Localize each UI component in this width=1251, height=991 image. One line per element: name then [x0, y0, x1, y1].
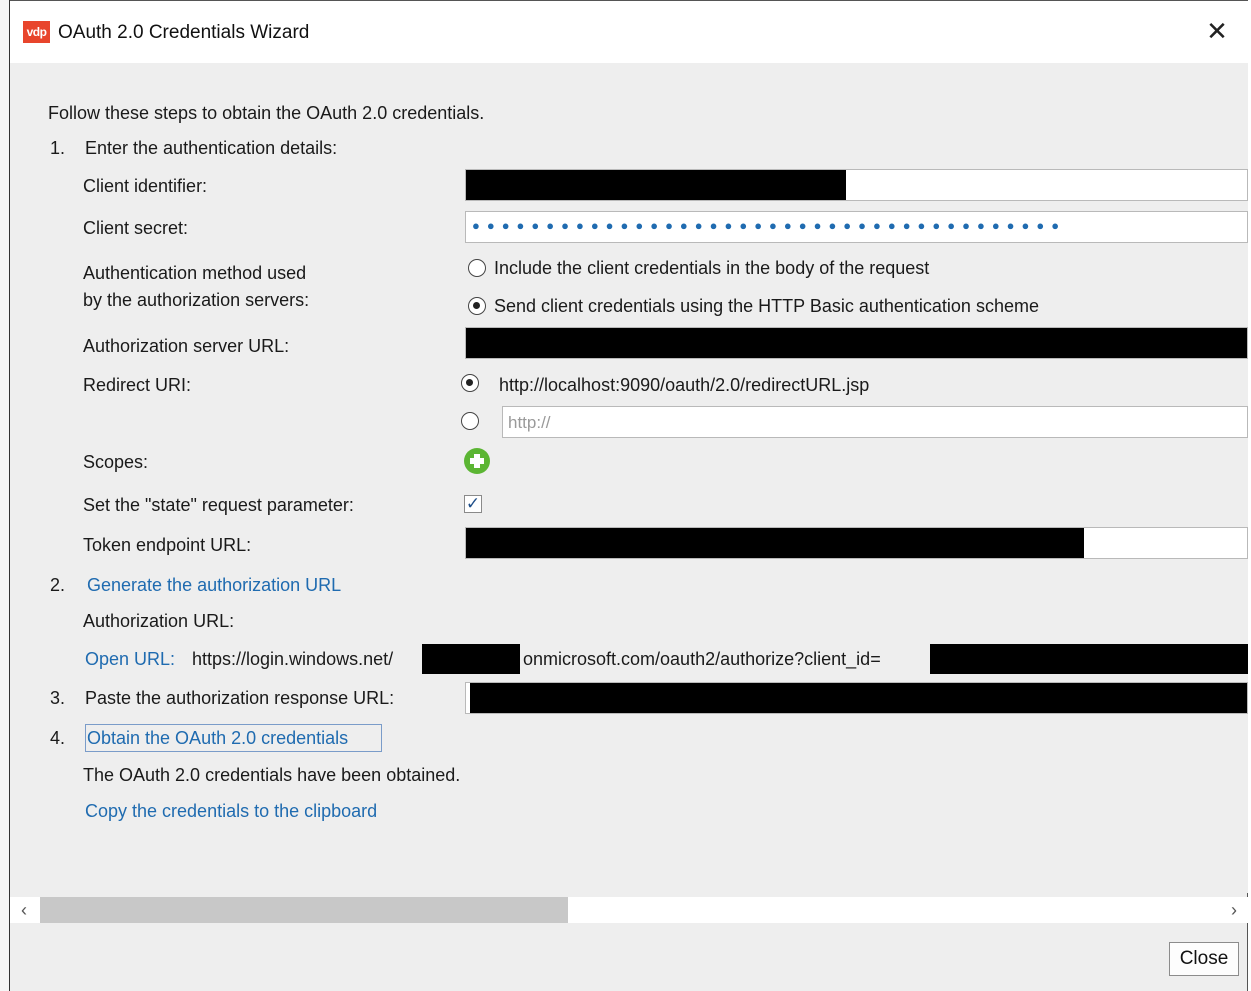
auth-server-url-field[interactable] [465, 327, 1248, 359]
auth-url-label: Authorization URL: [83, 611, 235, 631]
auth-method-basic-radio[interactable] [468, 297, 486, 315]
copy-credentials-link[interactable]: Copy the credentials to the clipboard [85, 801, 377, 822]
add-scope-icon[interactable] [464, 448, 490, 474]
redacted-block [930, 644, 1248, 674]
auth-method-body-radio[interactable] [468, 259, 486, 277]
credentials-status-text: The OAuth 2.0 credentials have been obta… [83, 765, 461, 785]
auth-url-part2: onmicrosoft.com/oauth2/authorize?client_… [523, 649, 881, 669]
intro-text: Follow these steps to obtain the OAuth 2… [48, 103, 485, 123]
response-url-field[interactable] [465, 682, 1248, 714]
token-endpoint-label: Token endpoint URL: [83, 535, 252, 555]
scroll-left-icon[interactable]: ‹ [10, 897, 38, 923]
obtain-credentials-link[interactable]: Obtain the OAuth 2.0 credentials [87, 728, 348, 749]
redacted-block [466, 328, 1247, 358]
auth-method-label-line2: by the authorization servers: [83, 290, 310, 310]
wizard-content: Follow these steps to obtain the OAuth 2… [10, 63, 1248, 893]
scroll-right-icon[interactable]: › [1220, 897, 1248, 923]
open-url-link[interactable]: Open URL: [85, 649, 175, 670]
redacted-block [470, 683, 1247, 713]
redirect-custom-placeholder: http:// [508, 413, 551, 432]
client-identifier-field[interactable] [465, 169, 1248, 201]
auth-url-part1: https://login.windows.net/ [192, 649, 394, 669]
redirect-default-value: http://localhost:9090/oauth/2.0/redirect… [499, 375, 870, 395]
auth-server-url-label: Authorization server URL: [83, 336, 290, 356]
paste-response-url-label: Paste the authorization response URL: [85, 688, 395, 708]
step-1-title: Enter the authentication details: [85, 138, 338, 158]
client-secret-field[interactable]: ●●●●●●●●●●●●●●●●●●●●●●●●●●●●●●●●●●●●●●●● [465, 211, 1248, 243]
window-title: OAuth 2.0 Credentials Wizard [58, 22, 310, 43]
step-2-number: 2. [50, 575, 66, 595]
redacted-block [466, 528, 1084, 558]
redirect-custom-field[interactable]: http:// [502, 406, 1248, 438]
client-secret-label: Client secret: [83, 218, 189, 238]
window-frame-left [0, 0, 10, 991]
redacted-block [466, 170, 846, 200]
state-param-label: Set the "state" request parameter: [83, 495, 354, 515]
step-4-number: 4. [50, 728, 66, 748]
client-identifier-label: Client identifier: [83, 176, 208, 196]
token-endpoint-field[interactable] [465, 527, 1248, 559]
state-param-checkbox[interactable]: ✓ [464, 495, 482, 513]
generate-auth-url-link[interactable]: Generate the authorization URL [87, 575, 341, 596]
auth-method-body-label[interactable]: Include the client credentials in the bo… [494, 258, 929, 279]
auth-method-label-line1: Authentication method used [83, 263, 307, 283]
scrollbar-thumb[interactable] [40, 897, 568, 923]
horizontal-scrollbar[interactable]: ‹ › [10, 897, 1248, 923]
redirect-default-radio[interactable] [461, 374, 479, 392]
redirect-custom-radio[interactable] [461, 412, 479, 430]
app-logo-icon: vdp [23, 21, 50, 43]
step-3-number: 3. [50, 688, 66, 708]
close-button[interactable]: Close [1169, 942, 1239, 976]
auth-method-basic-label[interactable]: Send client credentials using the HTTP B… [494, 296, 1039, 317]
close-icon[interactable]: ✕ [1204, 17, 1230, 45]
title-bar: vdp OAuth 2.0 Credentials Wizard ✕ [10, 1, 1248, 63]
client-secret-mask: ●●●●●●●●●●●●●●●●●●●●●●●●●●●●●●●●●●●●●●●● [472, 218, 1067, 233]
redirect-uri-label: Redirect URI: [83, 375, 192, 395]
scopes-label: Scopes: [83, 452, 149, 472]
redacted-block [422, 644, 520, 674]
step-1-number: 1. [50, 138, 66, 158]
